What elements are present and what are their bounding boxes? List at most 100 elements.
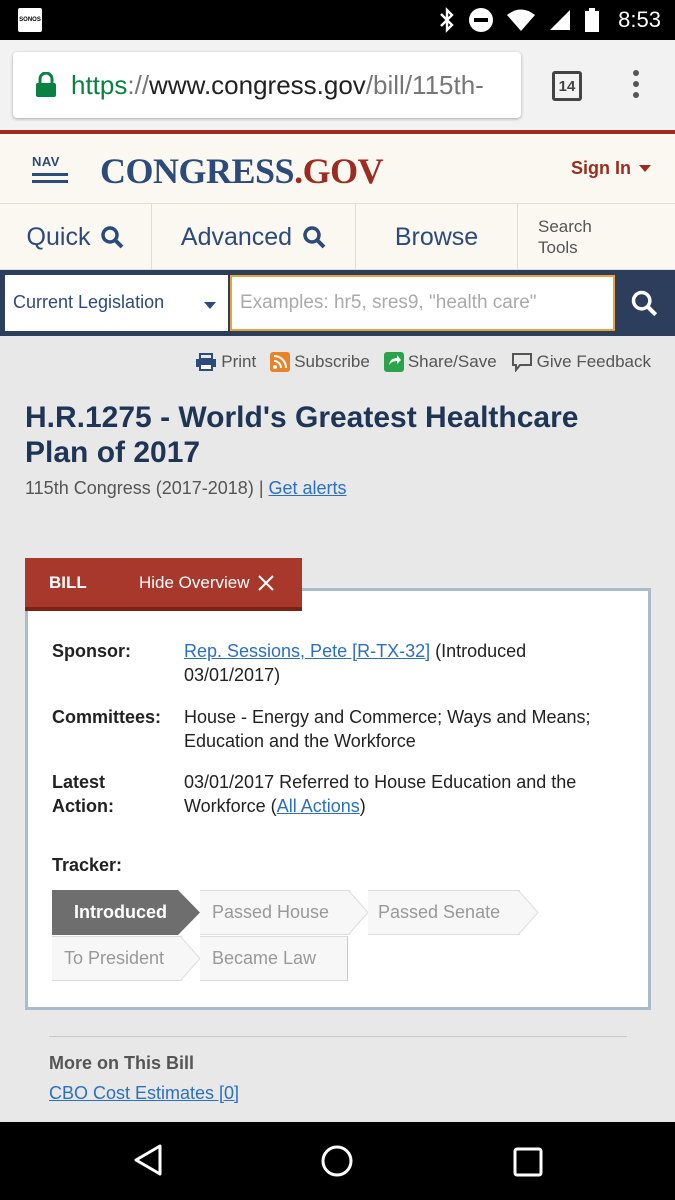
sponsor-label: Sponsor:: [52, 641, 131, 661]
share-icon: [383, 352, 404, 372]
tab-browse[interactable]: Browse: [356, 204, 518, 270]
tracker-arrow: [180, 936, 201, 981]
search-submit-button[interactable]: [618, 275, 670, 331]
section-divider: [49, 1036, 627, 1037]
print-label: Print: [221, 352, 257, 371]
subscribe-button[interactable]: Subscribe: [270, 352, 370, 372]
tab-browse-label: Browse: [394, 222, 479, 251]
feedback-bubble-icon: [511, 353, 532, 372]
give-feedback-button[interactable]: Give Feedback: [511, 352, 651, 372]
do-not-disturb-icon: [469, 8, 494, 32]
latest-action-value: 03/01/2017 Referred to House Education a…: [184, 770, 604, 818]
logo-dot: .: [294, 151, 303, 191]
sponsor-value: Rep. Sessions, Pete [R-TX-32] (Introduce…: [184, 639, 604, 687]
tracker-arrow: [348, 890, 369, 935]
get-alerts-link[interactable]: Get alerts: [269, 478, 347, 498]
browser-toolbar: https://www.congress.gov/bill/115th- 14: [0, 40, 675, 130]
hide-overview-button[interactable]: Hide Overview: [139, 573, 250, 593]
tracker-step-label: To President: [64, 948, 165, 968]
rss-icon: [270, 352, 291, 372]
congress-session: 115th Congress (2017-2018): [25, 478, 254, 498]
share-save-label: Share/Save: [407, 352, 497, 371]
search-bar: Current Legislation: [0, 270, 675, 336]
latest-label-line1: Latest: [52, 772, 106, 792]
signal-icon: [550, 10, 571, 30]
bill-congress-line: 115th Congress (2017-2018) | Get alerts: [25, 478, 347, 499]
bill-overview-card: Sponsor: Rep. Sessions, Pete [R-TX-32] (…: [25, 588, 651, 1010]
tracker-step-label: Introduced: [74, 902, 167, 922]
tab-tools-line2: Tools: [538, 238, 578, 257]
close-icon[interactable]: [257, 574, 274, 591]
subtitle-separator: |: [253, 478, 269, 498]
site-header: NAV CONGRESS.GOV Sign In: [0, 134, 675, 204]
tab-quick-search[interactable]: Quick: [0, 204, 152, 270]
tracker-arrow-active: [178, 890, 200, 935]
lock-icon: [36, 72, 56, 97]
tab-advanced-search[interactable]: Advanced: [152, 204, 356, 270]
tab-search-tools[interactable]: Search Tools: [518, 204, 675, 270]
printer-icon: [196, 353, 217, 371]
tracker-step-label: Became Law: [212, 948, 317, 968]
tracker-step-passed-senate: Passed Senate: [368, 890, 520, 935]
tracker-step-introduced: Introduced: [52, 890, 178, 935]
tracker-label: Tracker:: [52, 855, 123, 875]
logo-congress: CONGRESS: [100, 151, 295, 191]
more-on-bill-heading: More on This Bill: [49, 1053, 195, 1073]
phone-screen: SONOS 8:53 https://www.congress.gov/bill…: [0, 0, 675, 1200]
tracker-arrow: [518, 890, 539, 935]
url-host: www.congress.gov: [149, 70, 366, 100]
tab-switcher-button[interactable]: 14: [552, 71, 582, 101]
subscribe-label: Subscribe: [294, 352, 370, 371]
logo-gov: GOV: [302, 151, 384, 191]
search-scope-select[interactable]: Current Legislation: [5, 275, 228, 331]
tracker-step-label: Passed House: [212, 902, 330, 922]
latest-action-label: Latest Action:: [52, 770, 182, 818]
congress-gov-logo[interactable]: CONGRESS.GOV: [100, 150, 384, 192]
share-save-button[interactable]: Share/Save: [383, 352, 497, 372]
page-content: Print Subscribe Share/Save Give Feedback…: [0, 336, 675, 1122]
tab-tools-line1: Search: [538, 217, 592, 236]
browser-menu-icon[interactable]: [630, 70, 642, 102]
latest-action-text: 03/01/2017 Referred to House Education a…: [184, 772, 577, 816]
sonos-notification-icon: SONOS: [18, 8, 42, 32]
search-icon: [631, 290, 658, 317]
committees-value: House - Energy and Commerce; Ways and Me…: [184, 707, 591, 751]
search-icon: [303, 226, 326, 249]
url-bar[interactable]: https://www.congress.gov/bill/115th-: [13, 52, 521, 118]
tracker-step-became-law: Became Law: [200, 936, 348, 981]
url-path: /bill/115th-: [365, 70, 484, 100]
tab-advanced-label: Advanced: [180, 222, 293, 251]
url-text: https://www.congress.gov/bill/115th-: [71, 70, 484, 101]
search-scope-value: Current Legislation: [13, 292, 165, 312]
recent-apps-icon[interactable]: [513, 1147, 543, 1177]
wifi-icon: [507, 9, 536, 31]
latest-action-close: ): [359, 796, 366, 816]
battery-icon: [585, 8, 600, 32]
status-icons: 8:53: [438, 0, 661, 40]
sign-in-button[interactable]: Sign In: [571, 158, 652, 179]
all-actions-link[interactable]: All Actions: [277, 796, 360, 816]
url-separator: ://: [127, 70, 150, 100]
tab-quick-label: Quick: [26, 222, 91, 251]
latest-label-line2: Action:: [52, 796, 114, 816]
sponsor-link[interactable]: Rep. Sessions, Pete [R-TX-32]: [184, 641, 430, 661]
clock: 8:53: [618, 7, 661, 32]
tracker-step-label: Passed Senate: [378, 902, 501, 922]
search-tabs: Quick Advanced Browse Search Tools: [0, 204, 675, 270]
nav-label: NAV: [32, 154, 60, 169]
cbo-cost-estimates-link[interactable]: CBO Cost Estimates [0]: [49, 1083, 239, 1104]
home-icon[interactable]: [320, 1144, 354, 1178]
tracker-step-passed-house: Passed House: [200, 890, 350, 935]
print-button[interactable]: Print: [195, 352, 256, 372]
page-title: H.R.1275 - World's Greatest Healthcare P…: [25, 401, 579, 469]
tracker-step-to-president: To President: [52, 936, 182, 981]
chevron-down-icon: [639, 165, 652, 173]
status-bar: SONOS 8:53: [0, 0, 675, 40]
bill-tab-label: BILL: [49, 572, 87, 592]
committees-label: Committees:: [52, 707, 162, 727]
search-icon: [101, 226, 124, 249]
bill-overview-tab: BILL Hide Overview: [25, 558, 302, 611]
nav-menu-button[interactable]: NAV: [32, 154, 68, 186]
back-icon[interactable]: [130, 1142, 166, 1178]
search-input[interactable]: [230, 275, 615, 331]
